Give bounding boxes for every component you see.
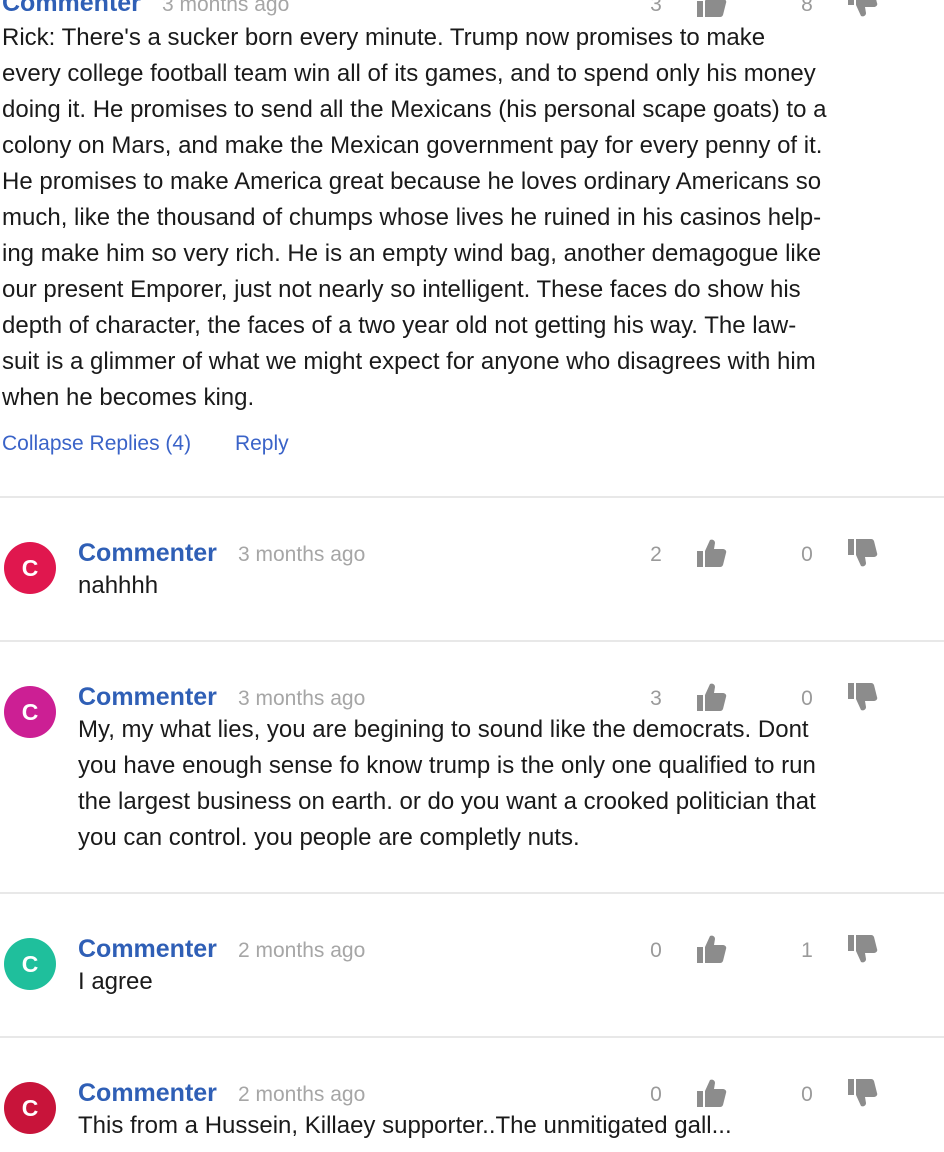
divider: [0, 496, 944, 498]
comment-actions: Collapse Replies (4) Reply: [2, 432, 289, 456]
thumbs-up-icon[interactable]: [694, 536, 728, 570]
comment-author[interactable]: Commenter: [78, 934, 217, 964]
comment-time: 3 months ago: [238, 543, 366, 566]
thumbs-up-icon[interactable]: [694, 932, 728, 966]
divider: [0, 892, 944, 894]
upvote-count: 0: [650, 939, 662, 962]
divider: [0, 640, 944, 642]
comment-time: 3 months ago: [238, 687, 366, 710]
comment-author[interactable]: Commenter: [2, 0, 141, 18]
comment-meta: Commenter 2 months ago 0 0: [0, 1078, 944, 1112]
comment-meta: Commenter 2 months ago 0 1: [0, 934, 944, 968]
comment-author[interactable]: Commenter: [78, 682, 217, 712]
upvote-count: 2: [650, 543, 662, 566]
comment-meta: Commenter 3 months ago 2 0: [0, 538, 944, 572]
thumbs-up-icon[interactable]: [694, 680, 728, 714]
upvote-count: 3: [650, 0, 662, 16]
comment-text: nahhhh: [78, 572, 159, 599]
comment-time: 2 months ago: [238, 939, 366, 962]
comment-time: 2 months ago: [238, 1083, 366, 1106]
thumbs-up-icon[interactable]: [694, 0, 728, 20]
upvote-count: 3: [650, 687, 662, 710]
upvote-count: 0: [650, 1083, 662, 1106]
reply-link[interactable]: Reply: [235, 432, 289, 455]
comment-text: My, my what lies, you are begining to so…: [78, 716, 816, 851]
comment-text: I agree: [78, 968, 153, 995]
comment-time: 3 months ago: [162, 0, 290, 16]
thumbs-down-icon[interactable]: [845, 932, 879, 966]
downvote-count: 8: [801, 0, 813, 16]
downvote-count: 0: [801, 687, 813, 710]
downvote-count: 0: [801, 1083, 813, 1106]
divider: [0, 1036, 944, 1038]
comment-text: Rick: There's a sucker born every minute…: [2, 24, 827, 411]
thumbs-down-icon[interactable]: [845, 1076, 879, 1110]
comment-author[interactable]: Commenter: [78, 538, 217, 568]
thumbs-up-icon[interactable]: [694, 1076, 728, 1110]
comment-text: This from a Hussein, Killaey supporter..…: [78, 1112, 732, 1139]
comment-author[interactable]: Commenter: [78, 1078, 217, 1108]
thumbs-down-icon[interactable]: [845, 680, 879, 714]
downvote-count: 1: [801, 939, 813, 962]
downvote-count: 0: [801, 543, 813, 566]
comment-meta: Commenter 3 months ago 3 0: [0, 682, 944, 716]
collapse-replies-link[interactable]: Collapse Replies (4): [2, 432, 191, 455]
thumbs-down-icon[interactable]: [845, 0, 879, 20]
thumbs-down-icon[interactable]: [845, 536, 879, 570]
comment-meta: Commenter 3 months ago 3 8: [0, 0, 944, 22]
